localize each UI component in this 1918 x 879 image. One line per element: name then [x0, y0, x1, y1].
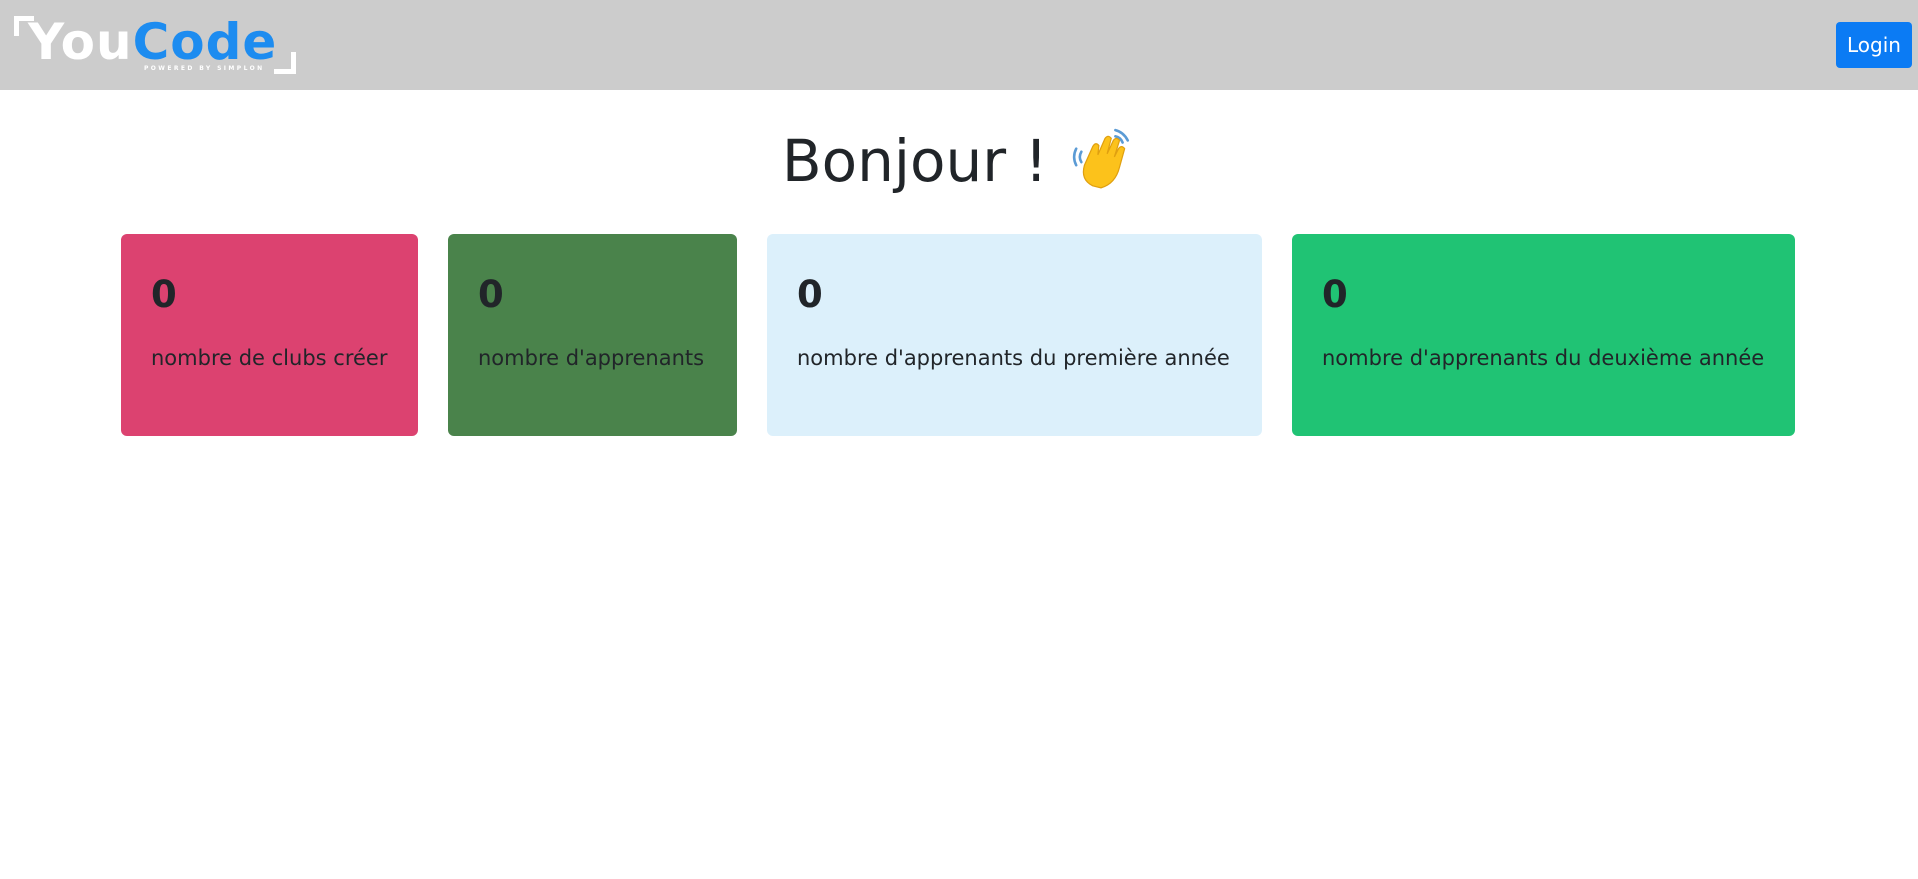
stat-value-clubs: 0: [151, 273, 177, 316]
stat-value-apprenants: 0: [478, 273, 504, 316]
stat-value-second-year: 0: [1322, 273, 1348, 316]
stat-label-apprenants: nombre d'apprenants: [478, 346, 705, 370]
stat-card-apprenants: 0 nombre d'apprenants: [448, 234, 737, 436]
stat-label-clubs: nombre de clubs créer: [151, 346, 388, 370]
stat-card-first-year: 0 nombre d'apprenants du première année: [767, 234, 1262, 436]
greeting-text: Bonjour !: [781, 127, 1048, 195]
stat-card-clubs: 0 nombre de clubs créer: [121, 234, 418, 436]
logo-you-text: You: [28, 13, 133, 71]
stat-card-second-year: 0 nombre d'apprenants du deuxième année: [1292, 234, 1795, 436]
logo-bracket-bottom-right: [274, 52, 296, 74]
stat-label-second-year: nombre d'apprenants du deuxième année: [1322, 346, 1765, 370]
logo-tagline: POWERED BY SIMPLON: [144, 65, 265, 72]
stat-label-first-year: nombre d'apprenants du première année: [797, 346, 1230, 370]
logo-code-text: Code: [132, 13, 278, 71]
top-navbar: YouCode POWERED BY SIMPLON Login: [0, 0, 1918, 90]
stat-value-first-year: 0: [797, 273, 823, 316]
login-button[interactable]: Login: [1836, 22, 1912, 68]
youcode-logo[interactable]: YouCode POWERED BY SIMPLON: [14, 14, 296, 74]
logo-wordmark: YouCode: [28, 14, 277, 70]
waving-hand-icon: [1073, 128, 1130, 189]
greeting-heading: Bonjour !: [0, 122, 1918, 200]
